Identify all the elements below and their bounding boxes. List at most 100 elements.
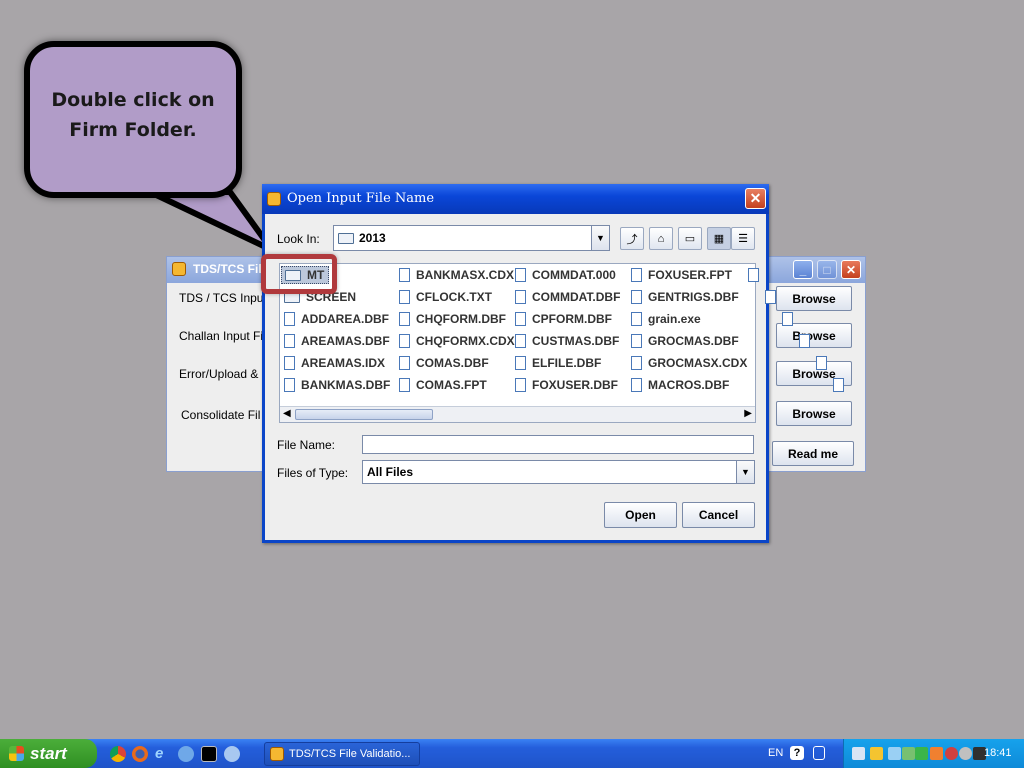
consolidate-label: Consolidate Fil <box>181 408 261 422</box>
minimize-button[interactable]: _ <box>793 260 813 279</box>
item-name: GROCMAS.DBF <box>648 334 739 348</box>
power-tray-icon[interactable] <box>959 747 972 760</box>
horizontal-scrollbar[interactable]: ◀ ▶ <box>280 406 755 422</box>
file-item[interactable]: CHQFORM.DBF <box>399 310 506 328</box>
callout-line-2: Firm Folder. <box>69 118 197 141</box>
item-name: GROCMASX.CDX <box>648 356 748 370</box>
item-name: ADDAREA.DBF <box>301 312 389 326</box>
list-view-button[interactable]: ▦ <box>707 227 731 250</box>
file-item[interactable]: BANKMASX.CDX <box>399 266 514 284</box>
browse-button-2[interactable]: Browse <box>776 323 852 348</box>
explorer-icon[interactable] <box>224 746 240 762</box>
file-icon <box>284 378 295 392</box>
drive-tray-icon[interactable] <box>870 747 883 760</box>
up-folder-button[interactable]: ⤴ <box>620 227 644 250</box>
item-name: COMAS.DBF <box>416 356 489 370</box>
file-icon <box>284 334 295 348</box>
file-item[interactable]: AREAMAS.IDX <box>284 354 385 372</box>
new-folder-button[interactable]: ▭ <box>678 227 702 250</box>
start-button[interactable]: start <box>0 739 97 768</box>
readme-button[interactable]: Read me <box>772 441 854 466</box>
item-name: CPFORM.DBF <box>532 312 612 326</box>
open-file-dialog: Open Input File Name ✕ Look In: 2013 ▼ ⤴… <box>262 184 844 543</box>
file-item[interactable]: grain.exe <box>631 310 701 328</box>
open-button[interactable]: Open <box>604 502 677 528</box>
browse-button-4[interactable]: Browse <box>776 401 852 426</box>
taskbar-item-tds[interactable]: TDS/TCS File Validatio... <box>264 742 420 766</box>
dropbox-icon[interactable] <box>888 747 901 760</box>
item-name: MACROS.DBF <box>648 378 730 392</box>
network-icon[interactable] <box>178 746 194 762</box>
file-item[interactable]: CHQFORMX.CDX <box>399 332 515 350</box>
dialog-titlebar[interactable]: Open Input File Name ✕ <box>262 184 769 214</box>
file-item[interactable]: COMMDAT.000 <box>515 266 616 284</box>
file-item[interactable]: BANKMAS.DBF <box>284 376 390 394</box>
cmd-icon[interactable] <box>201 746 217 762</box>
ie-icon[interactable]: e <box>155 746 171 762</box>
file-item[interactable]: COMAS.DBF <box>399 354 489 372</box>
file-icon <box>399 334 410 348</box>
speaker-icon[interactable] <box>945 747 958 760</box>
file-item[interactable]: FOXUSER.FPT <box>631 266 732 284</box>
tds-input-label: TDS / TCS Input <box>179 291 267 305</box>
file-item[interactable]: GROCMAS.DBF <box>631 332 739 350</box>
sync-tray-icon[interactable] <box>902 747 915 760</box>
details-view-button[interactable]: ☰ <box>731 227 755 250</box>
scroll-left-icon[interactable]: ◀ <box>283 408 291 419</box>
item-name: COMMDAT.000 <box>532 268 616 282</box>
cancel-button[interactable]: Cancel <box>682 502 755 528</box>
help-icon[interactable]: ? <box>790 746 804 760</box>
item-name: BANKMASX.CDX <box>416 268 515 282</box>
file-item[interactable]: FOXUSER.DBF <box>515 376 618 394</box>
clock[interactable]: 18:41 <box>984 747 1012 759</box>
file-item[interactable]: MACROS.DBF <box>631 376 729 394</box>
scroll-right-icon[interactable]: ▶ <box>744 408 752 419</box>
network-tray-icon[interactable] <box>852 747 865 760</box>
file-icon <box>399 312 410 326</box>
file-item[interactable]: AREAMAS.DBF <box>284 332 390 350</box>
dialog-close-button[interactable]: ✕ <box>745 188 766 209</box>
item-name: FOXUSER.FPT <box>648 268 733 282</box>
file-name-input[interactable] <box>362 435 754 454</box>
files-of-type-combo[interactable]: All Files ▼ <box>362 460 755 484</box>
language-bar-icon[interactable] <box>813 746 825 760</box>
item-name: BANKMAS.DBF <box>301 378 391 392</box>
file-icon <box>284 312 295 326</box>
item-name: GENTRIGS.DBF <box>648 290 739 304</box>
close-button[interactable]: ✕ <box>841 260 861 279</box>
chevron-down-icon[interactable]: ▼ <box>736 461 754 483</box>
highlight-box <box>261 254 337 294</box>
item-name: AREAMAS.IDX <box>301 356 386 370</box>
file-item[interactable]: COMMDAT.DBF <box>515 288 620 306</box>
error-upload-label: Error/Upload & <box>179 367 259 381</box>
item-name: COMMDAT.DBF <box>532 290 621 304</box>
java-app-icon <box>267 192 281 206</box>
start-label: start <box>30 743 67 763</box>
chrome-icon[interactable] <box>110 746 126 762</box>
file-item[interactable]: GROCMASX.CDX <box>631 354 747 372</box>
tds-window-title: TDS/TCS Fil <box>193 262 262 276</box>
file-item[interactable]: COMAS.FPT <box>399 376 487 394</box>
maximize-button[interactable]: □ <box>817 260 837 279</box>
file-item[interactable]: ELFILE.DBF <box>515 354 601 372</box>
file-icon <box>631 290 642 304</box>
volume-icon[interactable] <box>930 747 943 760</box>
file-list[interactable]: ◀ ▶ MT SCREEN ADDAREA.DBF AREAMAS.DBF AREAMA… <box>279 263 844 423</box>
look-in-combo[interactable]: 2013 ▼ <box>333 225 610 251</box>
chevron-down-icon[interactable]: ▼ <box>591 226 609 250</box>
file-item[interactable]: GENTRIGS.DBF <box>631 288 739 306</box>
file-icon <box>399 290 410 304</box>
home-button[interactable]: ⌂ <box>649 227 673 250</box>
file-item[interactable]: ADDAREA.DBF <box>284 310 389 328</box>
browse-button-1[interactable]: Browse <box>776 286 852 311</box>
firefox-icon[interactable] <box>132 746 148 762</box>
file-item[interactable]: CFLOCK.TXT <box>399 288 492 306</box>
system-tray: 18:41 <box>843 739 1024 768</box>
scroll-thumb[interactable] <box>295 409 433 420</box>
folder-icon <box>338 232 354 244</box>
q-tray-icon[interactable] <box>915 747 928 760</box>
language-indicator[interactable]: EN <box>768 747 783 759</box>
file-item[interactable]: CPFORM.DBF <box>515 310 612 328</box>
challan-input-label: Challan Input Fi <box>179 329 264 343</box>
file-item[interactable]: CUSTMAS.DBF <box>515 332 619 350</box>
